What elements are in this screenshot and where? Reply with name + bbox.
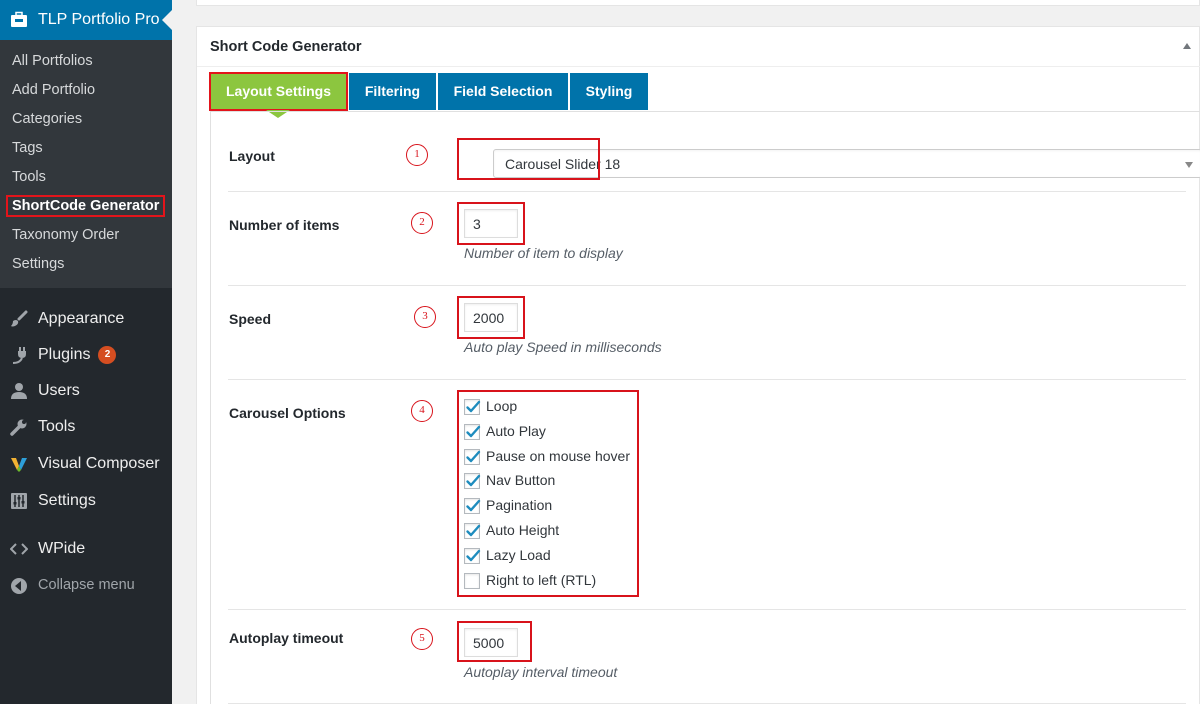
submenu-item-all-portfolios[interactable]: All Portfolios: [12, 53, 93, 69]
menu-label: Visual Composer: [38, 455, 160, 472]
menu-label: WPide: [38, 540, 86, 557]
plugin-update-badge: 2: [98, 346, 117, 364]
field-label: Layout: [229, 148, 275, 164]
field-label: Autoplay timeout: [229, 630, 344, 646]
annotation-number: 1: [406, 144, 428, 166]
submenu-item-taxonomy-order[interactable]: Taxonomy Order: [12, 227, 119, 243]
checkmark-icon: [466, 450, 481, 462]
layout-settings-panel: Layout 1 Carousel Slider 18 Number of it…: [210, 111, 1200, 704]
checkbox-label: Pagination: [486, 497, 553, 514]
portfolio-icon: [10, 11, 28, 29]
menu-label: Collapse menu: [38, 577, 135, 593]
collapse-menu-button[interactable]: Collapse menu: [0, 569, 172, 603]
field-row-speed: Speed 3 2000 Auto play Speed in millisec…: [228, 286, 1186, 380]
menu-users[interactable]: Users: [0, 374, 172, 408]
plugin-icon: [10, 346, 28, 364]
menu-tlp-portfolio-pro[interactable]: TLP Portfolio Pro: [0, 0, 172, 40]
field-row-layout: Layout 1 Carousel Slider 18: [228, 112, 1200, 192]
previous-metabox-edge: [196, 0, 1200, 6]
field-row-carousel-options: Carousel Options 4 Loop Auto Play Pause on…: [228, 380, 1186, 610]
code-icon: [9, 540, 29, 558]
checkbox[interactable]: [464, 523, 481, 539]
annotation-number: 4: [411, 400, 433, 422]
checkbox[interactable]: [464, 498, 481, 515]
submenu-item-settings[interactable]: Settings: [12, 256, 64, 272]
field-label: Speed: [229, 311, 272, 327]
shortcode-generator-metabox: Short Code Generator Layout Settings Fil…: [196, 26, 1200, 704]
checkbox-label: Loop: [486, 398, 518, 414]
menu-label: TLP Portfolio Pro: [38, 11, 160, 28]
paintbrush-icon: [10, 310, 28, 328]
checkbox-label: Auto Height: [486, 522, 560, 538]
checkmark-icon: [466, 524, 481, 537]
tab-layout-settings[interactable]: Layout Settings: [209, 72, 348, 111]
field-description: Number of item to display: [464, 245, 623, 261]
submenu-item-add-portfolio[interactable]: Add Portfolio: [12, 82, 95, 98]
menu-label: Plugins 2: [38, 346, 117, 364]
annotation-number: 3: [414, 306, 436, 328]
collapse-icon: [10, 577, 28, 595]
checkmark-icon: [466, 425, 481, 437]
annotation-number: 2: [411, 212, 433, 234]
annotation-highlight: [457, 202, 525, 245]
checkmark-icon: [466, 400, 481, 413]
submenu-item-tags[interactable]: Tags: [12, 140, 43, 156]
annotation-highlight: [457, 296, 525, 339]
submenu-item-categories[interactable]: Categories: [12, 111, 82, 127]
menu-label: Appearance: [38, 310, 125, 327]
submenu: All Portfolios Add Portfolio Categories …: [0, 40, 172, 288]
admin-sidebar: TLP Portfolio Pro All Portfolios Add Por…: [0, 0, 172, 704]
menu-plugins-label: Plugins: [38, 346, 91, 363]
field-description: Auto play Speed in milliseconds: [464, 339, 662, 355]
field-label: Carousel Options: [229, 405, 346, 421]
checkbox-label: Lazy Load: [486, 546, 551, 563]
settings-sliders-icon: [10, 492, 28, 510]
checkmark-icon: [466, 475, 481, 487]
annotation-highlight: [457, 621, 532, 662]
tab-filtering[interactable]: Filtering: [349, 73, 436, 110]
field-description: Autoplay interval timeout: [464, 664, 618, 680]
checkbox[interactable]: [464, 547, 481, 564]
menu-wpide[interactable]: WPide: [0, 532, 172, 566]
menu-label: Settings: [38, 492, 96, 509]
menu-tools[interactable]: Tools: [0, 410, 172, 444]
checkbox[interactable]: [464, 448, 481, 465]
menu-visual-composer[interactable]: Visual Composer: [0, 447, 172, 481]
menu-plugins[interactable]: Plugins 2: [0, 338, 172, 372]
metabox-title: Short Code Generator: [210, 39, 362, 55]
checkbox-label: Nav Button: [486, 472, 556, 489]
checkbox-label: Pause on mouse hover: [486, 447, 630, 464]
annotation-highlight: [457, 138, 600, 180]
menu-settings[interactable]: Settings: [0, 484, 172, 518]
active-menu-arrow: [162, 10, 172, 30]
menu-label: Tools: [38, 418, 76, 435]
wrench-icon: [10, 418, 28, 436]
visual-composer-icon: [10, 455, 28, 473]
checkmark-icon: [466, 549, 481, 561]
field-row-number-of-items: Number of items 2 3 Number of item to di…: [228, 192, 1186, 286]
metabox-header: Short Code Generator: [197, 27, 1200, 67]
collapse-toggle-icon[interactable]: [1183, 43, 1191, 49]
checkmark-icon: [466, 499, 481, 512]
users-icon: [10, 382, 28, 400]
checkbox[interactable]: [464, 473, 481, 490]
carousel-options-list: Loop Auto Play Pause on mouse hover Nav But…: [464, 398, 634, 589]
menu-label: Users: [38, 382, 80, 399]
field-row-autoplay-timeout: Autoplay timeout 5 5000 Autoplay interva…: [228, 610, 1186, 704]
checkbox[interactable]: [464, 572, 480, 589]
checkbox-label: Auto Play: [486, 422, 546, 439]
checkbox-label: Right to left (RTL): [486, 571, 597, 588]
annotation-number: 5: [411, 628, 433, 650]
checkbox[interactable]: [464, 423, 481, 440]
menu-appearance[interactable]: Appearance: [0, 302, 172, 336]
submenu-item-tools[interactable]: Tools: [12, 169, 46, 185]
tab-styling[interactable]: Styling: [570, 73, 648, 110]
checkbox[interactable]: [464, 399, 481, 415]
chevron-down-icon: [1185, 162, 1193, 168]
tab-field-selection[interactable]: Field Selection: [438, 73, 568, 110]
submenu-item-shortcode-generator[interactable]: ShortCode Generator: [6, 195, 166, 217]
field-label: Number of items: [229, 217, 340, 233]
